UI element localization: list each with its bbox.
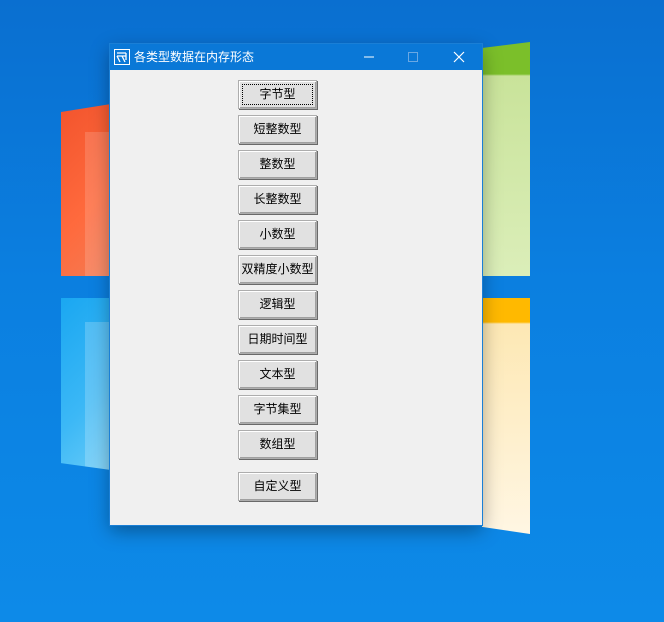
maximize-button — [390, 44, 436, 70]
int-type-button[interactable]: 整数型 — [238, 150, 317, 179]
long-int-type-button[interactable]: 长整数型 — [238, 185, 317, 214]
minimize-icon — [364, 56, 374, 58]
float-type-button[interactable]: 小数型 — [238, 220, 317, 249]
app-window: 各类型数据在内存形态 字节型 短整数型 整数型 长整数型 小数型 双精度小数型 … — [110, 44, 482, 525]
byte-set-type-button[interactable]: 字节集型 — [238, 395, 317, 424]
client-area: 字节型 短整数型 整数型 长整数型 小数型 双精度小数型 逻辑型 日期时间型 文… — [110, 70, 482, 525]
maximize-icon — [408, 52, 418, 62]
minimize-button[interactable] — [346, 44, 392, 70]
byte-type-button[interactable]: 字节型 — [238, 80, 317, 109]
close-icon — [453, 51, 465, 63]
wallpaper-logo-pane-blue — [61, 298, 111, 470]
window-title: 各类型数据在内存形态 — [134, 50, 255, 64]
bool-type-button[interactable]: 逻辑型 — [238, 290, 317, 319]
short-int-type-button[interactable]: 短整数型 — [238, 115, 317, 144]
close-button[interactable] — [436, 44, 482, 70]
title-bar[interactable]: 各类型数据在内存形态 — [110, 44, 482, 70]
wallpaper-logo-pane-yellow — [482, 298, 530, 534]
double-type-button[interactable]: 双精度小数型 — [238, 255, 317, 284]
datetime-type-button[interactable]: 日期时间型 — [238, 325, 317, 354]
custom-type-button[interactable]: 自定义型 — [238, 472, 317, 501]
text-type-button[interactable]: 文本型 — [238, 360, 317, 389]
array-type-button[interactable]: 数组型 — [238, 430, 317, 459]
app-icon — [114, 49, 130, 65]
wallpaper-logo-pane-red — [61, 104, 111, 276]
wallpaper-logo-pane-green — [482, 42, 530, 276]
